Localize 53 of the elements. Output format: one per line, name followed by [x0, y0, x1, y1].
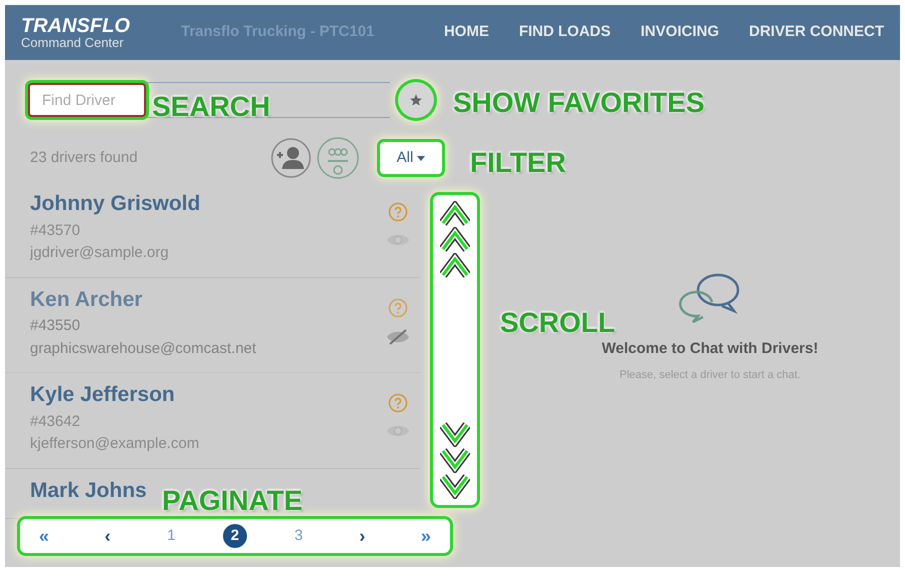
driver-id: #43642	[30, 412, 80, 432]
previous-page-button[interactable]: ‹	[96, 524, 120, 548]
nav-link[interactable]: INVOICING	[640, 21, 719, 44]
annotation-label: SCROLL	[500, 306, 616, 340]
last-page-button[interactable]: »	[414, 524, 438, 548]
eye-off-icon[interactable]	[386, 328, 410, 346]
chevron-up-icon	[440, 201, 470, 227]
question-icon[interactable]	[388, 393, 408, 413]
annotation-label: FILTER	[470, 146, 566, 180]
chevron-down-icon	[440, 473, 470, 499]
page-button[interactable]: 2	[222, 524, 247, 548]
driver-id: #43550	[30, 316, 80, 336]
question-icon[interactable]	[388, 298, 408, 318]
eye-icon[interactable]	[386, 232, 410, 248]
chevron-up-icon	[440, 227, 470, 253]
nav-link[interactable]: DRIVER CONNECT	[748, 21, 884, 44]
filter-dropdown[interactable]: All	[380, 142, 442, 174]
driver-count: 23 drivers found	[30, 148, 139, 168]
first-page-button[interactable]: «	[32, 524, 56, 548]
group-icon[interactable]	[316, 136, 360, 180]
next-page-button[interactable]: ›	[350, 524, 374, 548]
nav-link[interactable]: HOME	[444, 21, 489, 44]
page-button[interactable]: 3	[286, 524, 311, 548]
chat-welcome-title: Welcome to Chat with Drivers!	[602, 339, 818, 359]
favorites-button[interactable]	[398, 82, 434, 118]
question-icon[interactable]	[388, 202, 408, 222]
search-field[interactable]: Find Driver	[28, 83, 146, 117]
annotation-label: SEARCH	[152, 90, 270, 124]
driver-row[interactable]: Kyle Jefferson #43642 kjefferson@example.com	[5, 373, 420, 468]
driver-email: jgdriver@sample.org	[30, 243, 169, 263]
annotation-label: PAGINATE	[162, 484, 303, 518]
driver-name: Mark Johns	[30, 478, 147, 504]
nav-link[interactable]: FIND LOADS	[518, 21, 611, 44]
driver-email: graphicswarehouse@comcast.net	[30, 338, 256, 358]
driver-id: #43570	[30, 220, 80, 240]
logo-subtitle: Command Center	[21, 36, 125, 49]
star-icon	[409, 93, 423, 107]
driver-row[interactable]: Ken Archer #43550 graphicswarehouse@comcast.net	[5, 278, 420, 373]
driver-name: Kyle Jefferson	[30, 382, 175, 408]
driver-email: kjefferson@example.com	[30, 434, 200, 454]
driver-name: Ken Archer	[30, 286, 142, 312]
logo-title: TRANSFLO	[21, 16, 131, 36]
caret-icon	[417, 156, 426, 160]
add-driver-icon[interactable]	[270, 137, 312, 179]
driver-row[interactable]: Johnny Griswold #43570 jgdriver@sample.org	[5, 182, 420, 278]
eye-icon[interactable]	[386, 423, 410, 439]
annotation-label: SHOW FAVORITES	[453, 86, 704, 120]
chevron-up-icon	[440, 253, 470, 279]
driver-name: Johnny Griswold	[30, 191, 200, 217]
chevron-down-icon	[440, 447, 470, 473]
chevron-down-icon	[440, 421, 470, 447]
scroll-control[interactable]	[433, 195, 477, 505]
page-button[interactable]: 1	[159, 524, 184, 548]
